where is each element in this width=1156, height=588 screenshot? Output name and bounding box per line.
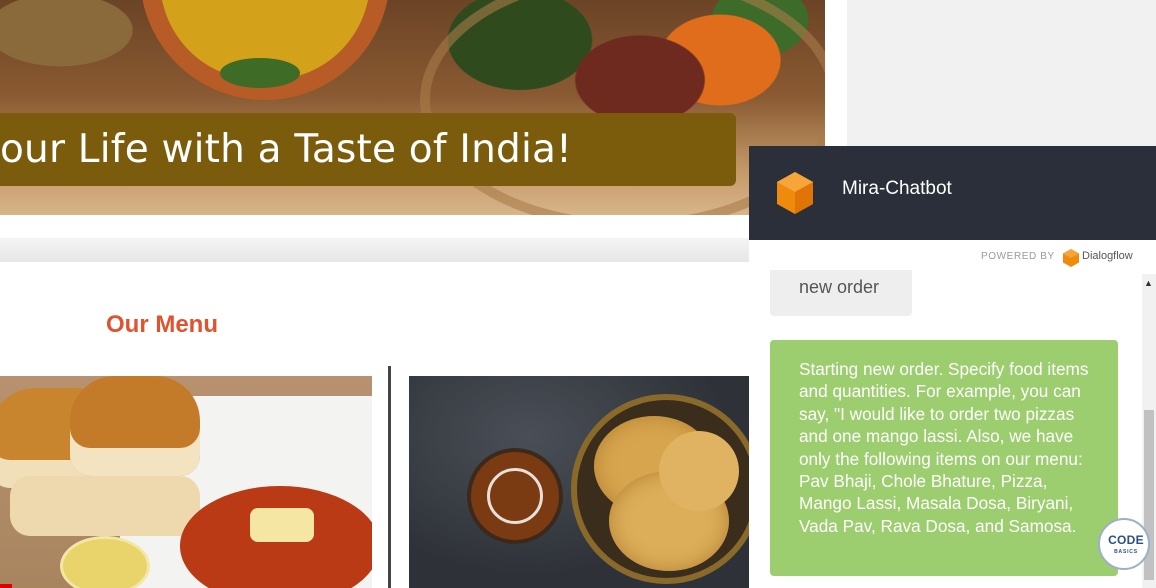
chatbot-header[interactable]: Mira-Chatbot bbox=[749, 146, 1156, 240]
pav-bun-image bbox=[70, 376, 200, 476]
menu-card-pav-bhaji[interactable] bbox=[0, 376, 372, 588]
page-gutter bbox=[825, 0, 1156, 150]
chat-messages[interactable]: new order Starting new order. Specify fo… bbox=[749, 270, 1156, 588]
watermark-main-text: CODE bbox=[1108, 533, 1144, 547]
dialogflow-icon bbox=[1063, 249, 1079, 267]
onion-ring-image bbox=[487, 468, 543, 524]
video-progress-indicator bbox=[0, 584, 12, 588]
menu-heading: Our Menu bbox=[106, 311, 218, 338]
page: our Life with a Taste of India! Our Menu… bbox=[0, 0, 1156, 588]
bot-message: Starting new order. Specify food items a… bbox=[770, 340, 1118, 576]
menu-card-chole-bhature[interactable] bbox=[409, 376, 749, 588]
card-divider bbox=[388, 366, 391, 588]
bhatura-image bbox=[659, 431, 739, 511]
herb-garnish-image bbox=[220, 58, 300, 88]
section-divider bbox=[0, 238, 760, 262]
dialogflow-label[interactable]: Dialogflow bbox=[1082, 250, 1133, 262]
pav-bun-image bbox=[10, 476, 200, 536]
lemon-image bbox=[60, 536, 150, 588]
hero-title: our Life with a Taste of India! bbox=[0, 127, 572, 172]
chatbot-logo-icon bbox=[777, 172, 813, 214]
powered-by-label: POWERED BY bbox=[981, 251, 1055, 262]
powered-by-bar: POWERED BY Dialogflow bbox=[749, 240, 1156, 274]
butter-image bbox=[250, 508, 314, 542]
hero-banner: our Life with a Taste of India! bbox=[0, 0, 825, 215]
bot-message-text: Starting new order. Specify food items a… bbox=[799, 359, 1089, 536]
chatbot-title: Mira-Chatbot bbox=[842, 178, 952, 199]
user-message-text: new order bbox=[799, 277, 880, 297]
user-message: new order bbox=[770, 270, 912, 316]
watermark-sub-text: BASICS bbox=[1114, 549, 1138, 555]
codebasics-watermark: CODE BASICS bbox=[1098, 518, 1150, 570]
scroll-up-arrow-icon[interactable]: ▲ bbox=[1144, 278, 1153, 288]
